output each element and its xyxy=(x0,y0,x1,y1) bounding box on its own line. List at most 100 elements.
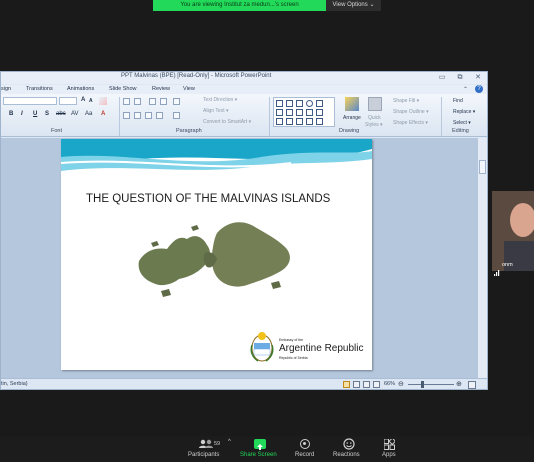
reactions-icon[interactable] xyxy=(343,438,355,450)
freeform-shape-icon[interactable] xyxy=(286,118,293,125)
share-screen-button[interactable]: Share Screen xyxy=(240,452,277,458)
normal-view-icon[interactable] xyxy=(343,381,350,388)
shape-outline-button[interactable]: Shape Outline ▾ xyxy=(393,109,429,115)
select-button[interactable]: Select ▾ xyxy=(453,120,471,126)
bracket-shape-icon[interactable] xyxy=(316,118,323,125)
arrow-right-shape-icon[interactable] xyxy=(296,109,303,116)
font-size-box[interactable] xyxy=(59,97,77,105)
text-direction-button[interactable]: Text Direction ▾ xyxy=(203,97,237,103)
fit-slide-icon[interactable] xyxy=(468,381,476,389)
oval-shape-icon[interactable] xyxy=(306,100,313,107)
participants-chevron-icon[interactable]: ^ xyxy=(228,439,231,445)
columns-icon[interactable] xyxy=(173,112,180,119)
shapes-gallery[interactable] xyxy=(273,97,335,127)
justify-icon[interactable] xyxy=(156,112,163,119)
quick-styles-dropdown[interactable]: Styles ▾ xyxy=(365,122,383,128)
tab-slide-show[interactable]: Slide Show xyxy=(109,86,137,92)
screen-share-banner: You are viewing Institut za medun...'s s… xyxy=(153,0,381,11)
apps-button[interactable]: Apps xyxy=(382,452,396,458)
char-spacing-button[interactable]: AV xyxy=(71,111,79,117)
zoom-out-button[interactable]: ⊖ xyxy=(398,380,404,388)
elbow-shape-icon[interactable] xyxy=(286,109,293,116)
close-button[interactable]: ✕ xyxy=(472,73,484,82)
numbering-icon[interactable] xyxy=(134,98,141,105)
drawing-group-label: Drawing xyxy=(339,128,360,134)
tab-design[interactable]: sign xyxy=(1,86,11,92)
align-right-icon[interactable] xyxy=(145,112,152,119)
reactions-button[interactable]: Reactions xyxy=(333,452,360,458)
participants-icon[interactable] xyxy=(199,439,213,449)
minimize-button[interactable]: ▭ xyxy=(436,73,448,82)
participant-name: onm xyxy=(502,262,513,268)
editing-group-label: Editing xyxy=(452,128,469,134)
italic-button[interactable]: I xyxy=(21,111,23,117)
tab-animations[interactable]: Animations xyxy=(67,86,94,92)
clear-formatting-icon[interactable] xyxy=(99,97,107,105)
ribbon-tabs: sign Transitions Animations Slide Show R… xyxy=(1,85,487,94)
paragraph-group-label: Paragraph xyxy=(176,128,202,134)
arrange-button[interactable]: Arrange xyxy=(343,115,361,121)
participants-button[interactable]: Participants xyxy=(188,452,219,458)
curve-shape-icon[interactable] xyxy=(276,118,283,125)
slide[interactable]: THE QUESTION OF THE MALVINAS ISLANDS Emb… xyxy=(61,139,372,370)
brace-shape-icon[interactable] xyxy=(306,118,313,125)
arrange-icon[interactable] xyxy=(345,97,359,111)
reading-view-icon[interactable] xyxy=(363,381,370,388)
star-shape-icon[interactable] xyxy=(316,109,323,116)
font-color-button[interactable]: A xyxy=(101,111,105,117)
republic-of-serbia-text: Republic of Serbia xyxy=(279,356,308,360)
grow-font-button[interactable]: A xyxy=(81,97,85,103)
bullets-icon[interactable] xyxy=(123,98,130,105)
line-spacing-icon[interactable] xyxy=(173,98,180,105)
convert-smartart-button[interactable]: Convert to SmartArt ▾ xyxy=(203,119,251,125)
rounded-rect-shape-icon[interactable] xyxy=(316,100,323,107)
font-name-box[interactable] xyxy=(3,97,57,105)
slideshow-icon[interactable] xyxy=(373,381,380,388)
strikethrough-button[interactable]: abc xyxy=(56,111,66,117)
line-shape-icon[interactable] xyxy=(276,100,283,107)
align-text-button[interactable]: Align Text ▾ xyxy=(203,108,229,114)
tab-review[interactable]: Review xyxy=(152,86,170,92)
apps-icon[interactable] xyxy=(384,439,395,450)
record-button[interactable]: Record xyxy=(295,452,314,458)
scrollbar-thumb[interactable] xyxy=(479,160,486,174)
font-group-label: Font xyxy=(51,128,63,134)
ribbon-separator xyxy=(119,97,120,136)
zoom-slider[interactable] xyxy=(408,384,454,385)
slide-sorter-icon[interactable] xyxy=(353,381,360,388)
bold-button[interactable]: B xyxy=(9,111,13,117)
cross-shape-icon[interactable] xyxy=(306,109,313,116)
arc-shape-icon[interactable] xyxy=(296,118,303,125)
replace-button[interactable]: Replace ▾ xyxy=(453,109,475,115)
tab-transitions[interactable]: Transitions xyxy=(26,86,53,92)
zoom-level[interactable]: 66% xyxy=(384,381,395,387)
increase-indent-icon[interactable] xyxy=(160,98,167,105)
quick-styles-label[interactable]: Quick xyxy=(368,115,381,121)
change-case-button[interactable]: Aa xyxy=(85,111,92,117)
maximize-button[interactable]: ⧉ xyxy=(454,73,466,82)
align-left-icon[interactable] xyxy=(123,112,130,119)
rectangle-shape-icon[interactable] xyxy=(296,100,303,107)
zoom-slider-thumb[interactable] xyxy=(421,381,424,388)
vertical-scrollbar[interactable] xyxy=(477,138,487,379)
tab-view[interactable]: View xyxy=(183,86,195,92)
align-center-icon[interactable] xyxy=(134,112,141,119)
triangle-shape-icon[interactable] xyxy=(276,109,283,116)
share-screen-icon[interactable] xyxy=(254,439,266,450)
shape-fill-button[interactable]: Shape Fill ▾ xyxy=(393,98,419,104)
meeting-toolbar xyxy=(0,436,534,462)
view-options-button[interactable]: View Options ⌄ xyxy=(326,0,381,11)
decrease-indent-icon[interactable] xyxy=(149,98,156,105)
shape-effects-button[interactable]: Shape Effects ▾ xyxy=(393,120,428,126)
underline-button[interactable]: U xyxy=(33,111,37,117)
arrow-shape-icon[interactable] xyxy=(286,100,293,107)
record-icon[interactable] xyxy=(300,439,310,449)
ribbon-minimize-icon[interactable]: ⌃ xyxy=(463,86,468,93)
language-indicator[interactable]: tin, Serbia) xyxy=(1,381,28,387)
quick-styles-icon[interactable] xyxy=(368,97,382,111)
help-icon[interactable]: ? xyxy=(475,85,483,93)
shrink-font-button[interactable]: A xyxy=(89,98,93,104)
find-button[interactable]: Find xyxy=(453,98,463,104)
shadow-button[interactable]: S xyxy=(45,111,49,117)
zoom-in-button[interactable]: ⊕ xyxy=(456,380,462,388)
